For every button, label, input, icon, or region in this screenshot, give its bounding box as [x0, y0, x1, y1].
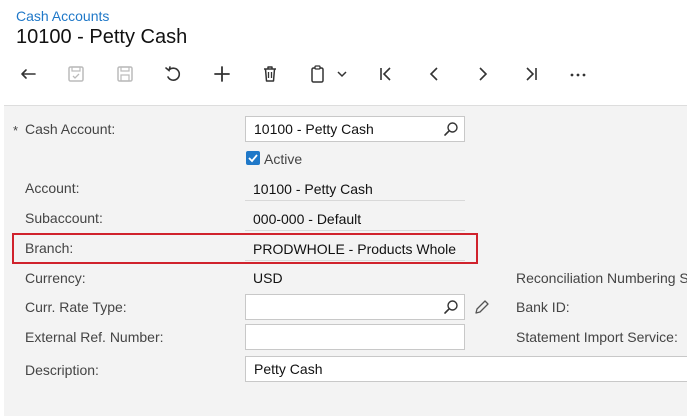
chevron-down-icon[interactable]: [330, 56, 354, 92]
search-icon[interactable]: [443, 299, 459, 315]
cash-account-label: Cash Account:: [25, 121, 116, 137]
back-icon[interactable]: [12, 56, 44, 92]
branch-highlight-box: [12, 233, 478, 264]
account-label: Account:: [25, 180, 80, 196]
curr-rate-type-label: Curr. Rate Type:: [25, 299, 127, 315]
currency-value: USD: [253, 270, 283, 286]
next-record-icon[interactable]: [467, 56, 499, 92]
cash-account-field[interactable]: 10100 - Petty Cash: [245, 116, 465, 142]
description-label: Description:: [25, 362, 99, 378]
page-title: 10100 - Petty Cash: [16, 26, 188, 48]
currency-label: Currency:: [25, 270, 86, 286]
subaccount-value: 000-000 - Default: [253, 211, 362, 227]
save-close-icon[interactable]: [60, 56, 92, 92]
description-value: Petty Cash: [254, 361, 323, 377]
account-underline: [245, 200, 465, 201]
add-icon[interactable]: [206, 56, 238, 92]
description-field[interactable]: Petty Cash: [245, 356, 687, 382]
subaccount-underline: [245, 230, 465, 231]
external-ref-field[interactable]: [245, 324, 465, 350]
search-icon[interactable]: [443, 121, 459, 137]
bank-id-label: Bank ID:: [516, 299, 570, 315]
undo-icon[interactable]: [157, 56, 189, 92]
save-icon[interactable]: [109, 56, 141, 92]
required-marker: *: [13, 123, 19, 138]
cash-account-value: 10100 - Petty Cash: [254, 121, 374, 137]
more-icon[interactable]: [562, 56, 594, 92]
first-record-icon[interactable]: [370, 56, 402, 92]
reconciliation-numbering-label: Reconciliation Numbering S: [516, 270, 687, 286]
external-ref-label: External Ref. Number:: [25, 329, 164, 345]
pencil-edit-icon[interactable]: [473, 298, 491, 316]
last-record-icon[interactable]: [515, 56, 547, 92]
toolbar: [0, 56, 687, 92]
delete-icon[interactable]: [254, 56, 286, 92]
active-checkbox[interactable]: [246, 151, 260, 165]
account-value: 10100 - Petty Cash: [253, 181, 373, 197]
subaccount-label: Subaccount:: [25, 210, 103, 226]
curr-rate-type-field[interactable]: [245, 294, 465, 320]
statement-import-service-label: Statement Import Service:: [516, 329, 678, 345]
checkmark-icon: [248, 154, 258, 163]
breadcrumb-cash-accounts[interactable]: Cash Accounts: [16, 8, 109, 24]
active-label: Active: [264, 151, 303, 167]
previous-record-icon[interactable]: [418, 56, 450, 92]
